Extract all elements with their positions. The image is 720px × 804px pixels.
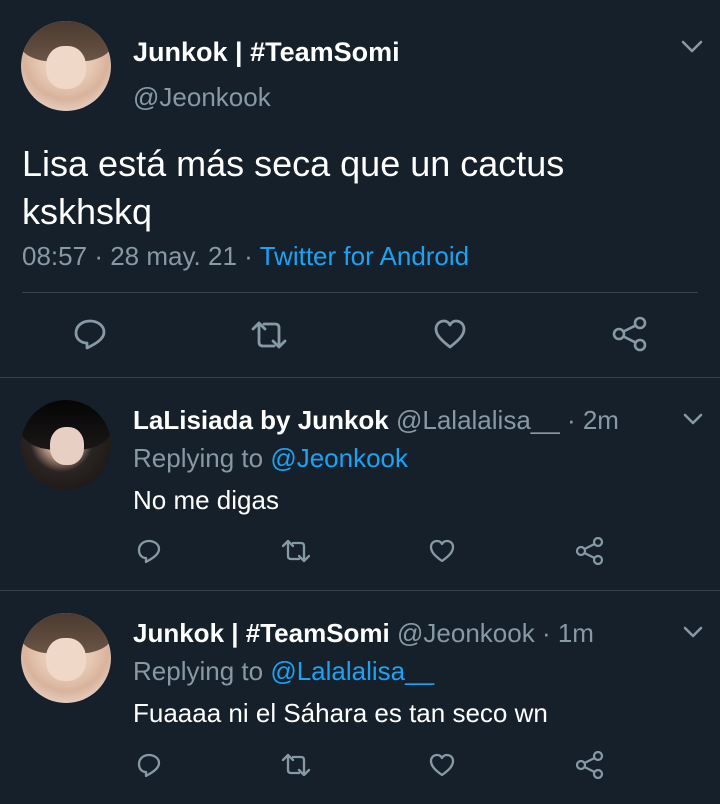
tweet-date: 28 may. 21 bbox=[110, 241, 237, 271]
tweet-text-line: Lisa está más seca que un cactus bbox=[22, 143, 565, 184]
share-icon[interactable] bbox=[575, 537, 605, 565]
replying-to-link[interactable]: @Lalalalisa__ bbox=[270, 656, 434, 686]
divider bbox=[22, 292, 698, 293]
replying-prefix: Replying to bbox=[133, 443, 264, 473]
reply-age: · 2m bbox=[566, 405, 619, 435]
reply-icon[interactable] bbox=[136, 538, 162, 564]
divider bbox=[0, 590, 720, 591]
author-handle[interactable]: @Jeonkook bbox=[397, 618, 535, 648]
author-name[interactable]: Junkok | #TeamSomi bbox=[133, 36, 400, 68]
separator: · bbox=[94, 241, 103, 271]
reply-icon[interactable] bbox=[73, 318, 107, 350]
reply-header: Junkok | #TeamSomi @Jeonkook · 1m bbox=[133, 617, 594, 649]
share-icon[interactable] bbox=[611, 316, 649, 352]
like-icon[interactable] bbox=[429, 753, 455, 777]
author-name[interactable]: Junkok | #TeamSomi bbox=[133, 618, 390, 648]
author-handle[interactable]: @Jeonkook bbox=[133, 82, 271, 112]
replying-to-link[interactable]: @Jeonkook bbox=[270, 443, 408, 473]
avatar[interactable] bbox=[21, 400, 111, 490]
tweet-meta: 08:57 · 28 may. 21 · Twitter for Android bbox=[22, 240, 469, 272]
tweet-time: 08:57 bbox=[22, 241, 88, 271]
retweet-icon[interactable] bbox=[248, 320, 290, 350]
divider bbox=[0, 377, 720, 378]
retweet-icon[interactable] bbox=[280, 753, 312, 777]
avatar[interactable] bbox=[21, 21, 111, 111]
author-handle[interactable]: @Lalalalisa__ bbox=[396, 405, 560, 435]
replying-prefix: Replying to bbox=[133, 656, 264, 686]
tweet-source-link[interactable]: Twitter for Android bbox=[260, 241, 470, 271]
retweet-icon[interactable] bbox=[280, 539, 312, 563]
tweet-text: Lisa está más seca que un cactus kskhskq bbox=[22, 140, 564, 236]
reply-header: LaLisiada by Junkok @Lalalalisa__ · 2m bbox=[133, 404, 619, 436]
chevron-down-icon[interactable] bbox=[683, 626, 703, 639]
reply-age: · 1m bbox=[541, 618, 594, 648]
like-icon[interactable] bbox=[429, 539, 455, 563]
reply-text: Fuaaaa ni el Sáhara es tan seco wn bbox=[133, 698, 548, 728]
share-icon[interactable] bbox=[575, 751, 605, 779]
separator: · bbox=[244, 241, 253, 271]
chevron-down-icon[interactable] bbox=[683, 413, 703, 426]
reply-text: No me digas bbox=[133, 485, 279, 515]
replying-to: Replying to @Jeonkook bbox=[133, 442, 408, 474]
like-icon[interactable] bbox=[433, 318, 467, 350]
chevron-down-icon[interactable] bbox=[681, 40, 703, 54]
replying-to: Replying to @Lalalalisa__ bbox=[133, 655, 434, 687]
reply-icon[interactable] bbox=[136, 752, 162, 778]
tweet-text-line: kskhskq bbox=[22, 191, 153, 232]
author-name[interactable]: LaLisiada by Junkok bbox=[133, 405, 389, 435]
avatar[interactable] bbox=[21, 613, 111, 703]
